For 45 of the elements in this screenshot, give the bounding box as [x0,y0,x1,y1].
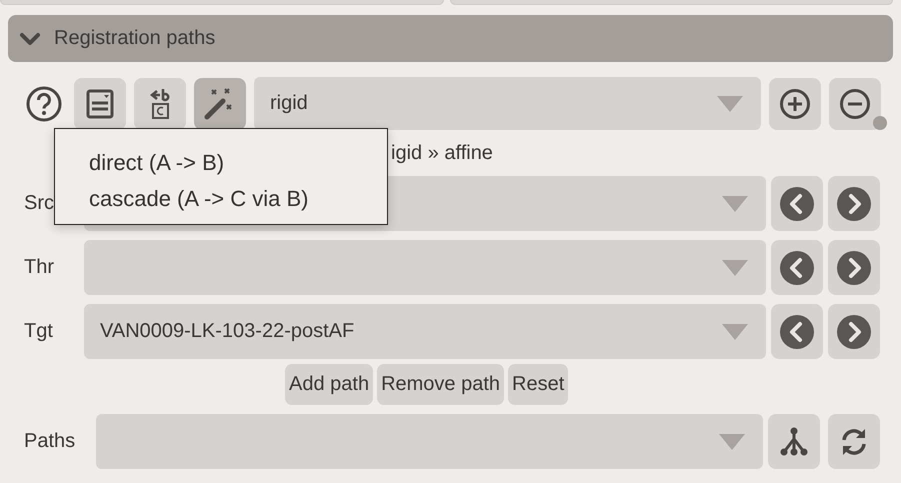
section-header[interactable]: Registration paths [8,15,893,62]
previous-button[interactable] [771,304,823,359]
form-icon [86,88,114,118]
caret-icon [722,324,748,340]
menu-item[interactable]: direct (A -> B) [89,145,387,181]
previous-button[interactable] [771,176,823,231]
help-icon[interactable] [26,86,62,122]
refresh-button[interactable] [828,414,880,469]
plus-icon [779,88,811,120]
action-button[interactable]: Add path [285,364,374,405]
chevron-right-icon [836,250,872,286]
caret-icon [722,260,748,276]
tree-button[interactable] [768,414,820,469]
action-button[interactable]: Remove path [377,364,504,405]
caret-icon [722,196,748,212]
field-label: Thr [23,256,55,279]
previous-button[interactable] [771,240,823,295]
field-label: Src [23,192,55,215]
action-button[interactable]: Reset [508,364,568,405]
list-button[interactable] [74,78,126,130]
chevron-left-icon [779,314,815,350]
next-button[interactable] [828,304,880,359]
field-label: Tgt [23,320,54,343]
image-dropdown[interactable]: VAN0009-LK-103-22-postAF [84,304,766,359]
menu-item[interactable]: cascade (A -> C via B) [89,181,387,217]
caret-icon [717,96,743,112]
chevron-right-icon [836,314,872,350]
caret-icon [719,434,745,450]
remove-button[interactable] [829,78,881,130]
next-button[interactable] [828,240,880,295]
path-summary: igid » affine [391,142,493,164]
section-title: Registration paths [54,27,216,50]
chevron-left-icon [779,186,815,222]
minus-icon [839,88,871,120]
rename-button[interactable] [134,78,186,130]
add-button[interactable] [769,78,821,130]
chevron-icon [20,32,40,46]
hierarchy-icon [779,426,809,456]
wand-button[interactable] [194,78,246,130]
method-dropdown[interactable]: rigid [254,77,761,130]
next-button[interactable] [828,176,880,231]
field-label: Paths [23,430,76,453]
chevron-right-icon [836,186,872,222]
rename-icon [148,86,172,120]
chevron-left-icon [779,250,815,286]
